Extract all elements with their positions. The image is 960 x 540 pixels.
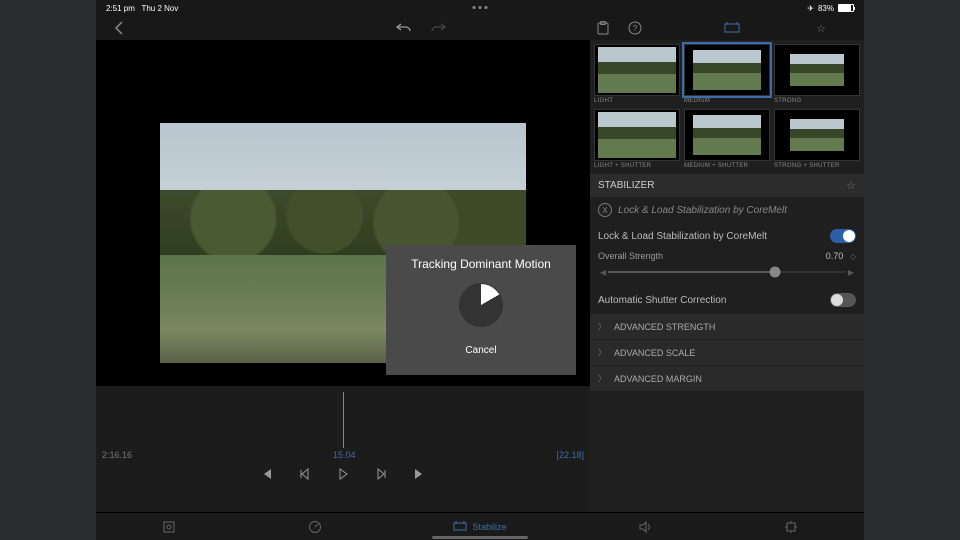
progress-pie-icon [459,283,503,327]
shutter-label: Automatic Shutter Correction [598,295,726,306]
chevron-right-icon: 〉 [598,347,606,358]
status-time-date: 2:51 pm Thu 2 Nov [106,4,178,13]
strength-slider[interactable] [608,271,846,273]
left-pane: Tracking Dominant Motion Cancel 2:16.16 … [96,40,590,512]
plugin-credit-row: X Lock & Load Stabilization by CoreMelt [590,197,864,223]
advanced-scale-row[interactable]: 〉 ADVANCED SCALE [590,340,864,365]
preset-light[interactable]: LIGHT [594,44,680,107]
preset-label: LIGHT [594,96,680,107]
advanced-strength-row[interactable]: 〉 ADVANCED STRENGTH [590,314,864,339]
shutter-toggle[interactable] [830,293,856,307]
tab-stabilize-label: Stabilize [472,522,506,532]
progress-modal: Tracking Dominant Motion Cancel [386,245,576,375]
strength-label: Overall Strength [598,251,663,261]
preset-strong[interactable]: STRONG [774,44,860,107]
plugin-enable-row: Lock & Load Stabilization by CoreMelt [590,223,864,249]
app-window: 2:51 pm Thu 2 Nov ✈ 83% [96,0,864,540]
letterbox-right [864,0,960,540]
status-date: Thu 2 Nov [141,4,178,13]
step-forward-button[interactable] [375,468,387,480]
preset-grid: LIGHT MEDIUM STRONG LIGHT + SHUTTER MEDI… [590,40,864,174]
home-indicator[interactable] [432,536,528,539]
plugin-enable-toggle[interactable] [830,229,856,243]
letterbox-left [0,0,96,540]
tab-favorites-icon[interactable]: ☆ [816,22,826,35]
preset-label: STRONG [774,96,860,107]
plugin-name-label: Lock & Load Stabilization by CoreMelt [598,231,767,242]
section-header-stabilizer: STABILIZER ☆ [590,174,864,197]
disclosure-label: ADVANCED MARGIN [614,374,702,384]
battery-icon [838,4,854,12]
disclosure-label: ADVANCED STRENGTH [614,322,715,332]
goto-start-button[interactable] [261,468,273,480]
preview-area: Tracking Dominant Motion Cancel [96,40,590,386]
undo-button[interactable] [396,22,412,34]
chevron-right-icon: 〉 [598,321,606,332]
playhead[interactable] [343,392,344,448]
timecode-current: 15.04 [333,450,356,460]
strength-value[interactable]: 0.70 [826,251,844,261]
inspector-pane: LIGHT MEDIUM STRONG LIGHT + SHUTTER MEDI… [590,40,864,512]
tab-crop[interactable] [162,520,176,534]
slider-dec-icon[interactable]: ◀ [598,268,608,277]
advanced-margin-row[interactable]: 〉 ADVANCED MARGIN [590,366,864,391]
keyframe-icon[interactable]: ◇ [846,252,856,261]
section-title: STABILIZER [598,180,655,191]
timecode-duration: [22.18] [556,450,584,460]
preset-light-shutter[interactable]: LIGHT + SHUTTER [594,109,680,172]
play-button[interactable] [337,468,349,480]
tab-transform[interactable] [784,520,798,534]
tab-audio[interactable] [638,520,652,534]
battery-percent: 83% [818,4,834,13]
cancel-button[interactable]: Cancel [465,345,496,356]
preset-label: LIGHT + SHUTTER [594,161,680,172]
clipboard-icon[interactable] [596,21,610,35]
timeline[interactable]: 2:16.16 15.04 [22.18] [96,386,590,512]
plugin-logo-icon: X [598,203,612,217]
preset-medium-shutter[interactable]: MEDIUM + SHUTTER [684,109,770,172]
disclosure-label: ADVANCED SCALE [614,348,695,358]
chevron-right-icon: 〉 [598,373,606,384]
redo-button[interactable] [430,22,446,34]
tab-speed[interactable] [308,520,322,534]
preset-label: MEDIUM + SHUTTER [684,161,770,172]
status-time: 2:51 pm [106,4,135,13]
slider-inc-icon[interactable]: ▶ [846,268,856,277]
modal-title: Tracking Dominant Motion [411,257,551,271]
overall-strength-row: Overall Strength 0.70 ◇ ◀ ▶ [590,249,864,287]
tab-stabilize[interactable]: Stabilize [453,521,506,532]
preset-label: STRONG + SHUTTER [774,161,860,172]
svg-text:?: ? [633,24,638,33]
back-button[interactable] [114,21,123,35]
preset-label: MEDIUM [684,96,770,107]
airplane-mode-icon: ✈ [807,4,814,13]
tab-effects-icon[interactable] [724,22,740,34]
plugin-credit: Lock & Load Stabilization by CoreMelt [618,205,787,216]
step-back-button[interactable] [299,468,311,480]
preset-strong-shutter[interactable]: STRONG + SHUTTER [774,109,860,172]
help-icon[interactable]: ? [628,21,642,35]
preset-medium[interactable]: MEDIUM [684,44,770,107]
favorite-section-icon[interactable]: ☆ [846,179,856,192]
goto-end-button[interactable] [413,468,425,480]
shutter-correction-row: Automatic Shutter Correction [590,287,864,313]
timecode-left: 2:16.16 [102,450,132,460]
multitask-dots-icon[interactable] [473,6,488,9]
transport-controls [96,468,590,480]
top-toolbar: ? ☆ [96,16,864,40]
